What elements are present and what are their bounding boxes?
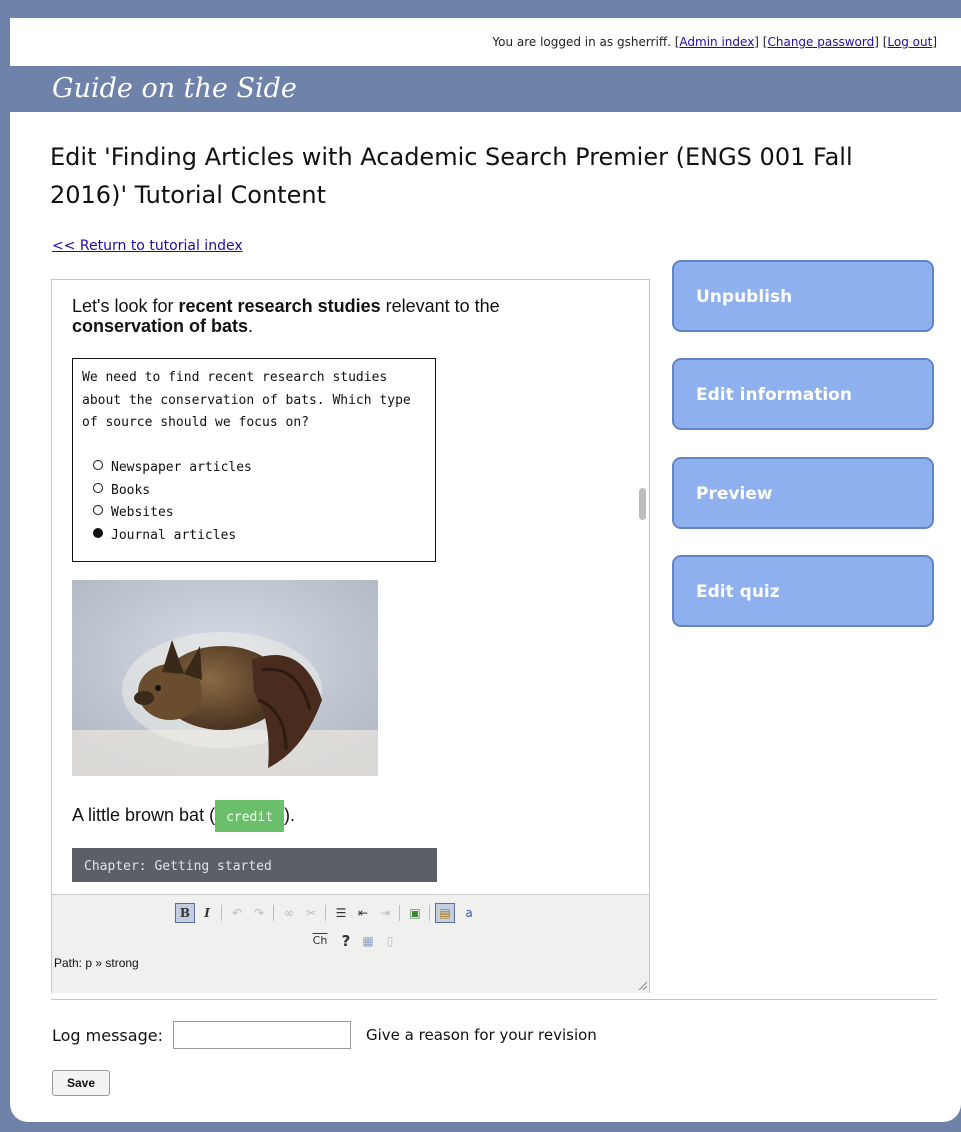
preview-button[interactable]: Preview [672, 457, 934, 529]
radio-icon [93, 505, 103, 515]
radio-icon [93, 460, 103, 470]
chapter-icon[interactable]: Ch [308, 931, 332, 951]
quiz-option[interactable]: Journal articles [93, 525, 236, 548]
quiz-option[interactable]: Books [93, 480, 150, 503]
divider [51, 999, 937, 1000]
resize-handle-icon[interactable] [637, 980, 647, 990]
content-editor[interactable]: Let's look for recent research studies r… [51, 279, 650, 993]
outdent-icon[interactable]: ⇤ [353, 903, 373, 923]
edit-information-button[interactable]: Edit information [672, 358, 934, 430]
undo-icon[interactable]: ↶ [227, 903, 247, 923]
question-icon[interactable]: ? [336, 931, 356, 951]
site-banner: Guide on the Side [10, 66, 961, 112]
site-title[interactable]: Guide on the Side [52, 73, 297, 104]
log-message-input[interactable] [173, 1021, 351, 1049]
indent-icon[interactable]: ⇥ [375, 903, 395, 923]
paste-text-icon[interactable]: ▤ [435, 903, 455, 923]
chapter-marker[interactable]: Chapter: Getting started [72, 848, 437, 882]
unpublish-button[interactable]: Unpublish [672, 260, 934, 332]
user-bar: You are logged in as gsherriff. [Admin i… [492, 35, 937, 49]
log-out-link[interactable]: Log out [887, 35, 932, 49]
top-strip [10, 0, 961, 18]
image-icon[interactable]: ▣ [405, 903, 425, 923]
edit-quiz-button[interactable]: Edit quiz [672, 555, 934, 627]
radio-selected-icon [93, 528, 103, 538]
admin-index-link[interactable]: Admin index [679, 35, 754, 49]
editor-toolbar: B I ↶ ↷ ∞ ✂ ☰ ⇤ ⇥ ▣ ▤ a Ch ? ▦ ▯ [52, 894, 649, 993]
anchor-icon[interactable]: a [459, 903, 479, 923]
definition-icon[interactable]: ▦ [358, 931, 378, 951]
log-message-label: Log message: [52, 1026, 163, 1045]
bat-photo[interactable] [72, 580, 378, 776]
change-password-link[interactable]: Change password [767, 35, 874, 49]
quiz-question-box[interactable]: We need to find recent research studies … [72, 358, 436, 562]
radio-icon [93, 483, 103, 493]
page: You are logged in as gsherriff. [Admin i… [10, 0, 961, 1122]
editor-content-area[interactable]: Let's look for recent research studies r… [52, 280, 632, 894]
quiz-option[interactable]: Newspaper articles [93, 457, 252, 480]
redo-icon[interactable]: ↷ [249, 903, 269, 923]
link-icon[interactable]: ∞ [279, 903, 299, 923]
log-message-hint: Give a reason for your revision [366, 1026, 597, 1044]
return-to-index-link[interactable]: << Return to tutorial index [52, 238, 243, 254]
bullet-list-icon[interactable]: ☰ [331, 903, 351, 923]
intro-paragraph: Let's look for recent research studies r… [72, 296, 500, 336]
page-title: Edit 'Finding Articles with Academic Sea… [50, 143, 853, 209]
quiz-question-text: We need to find recent research studies … [82, 370, 411, 430]
credit-chip[interactable]: credit [215, 800, 285, 833]
editor-scrollbar[interactable] [635, 280, 649, 894]
element-path: Path: p » strong [54, 956, 139, 970]
unlink-icon[interactable]: ✂ [301, 903, 321, 923]
bold-button[interactable]: B [175, 903, 195, 923]
image-caption: A little brown bat (credit). [72, 800, 295, 833]
logged-in-text: You are logged in as gsherriff. [492, 35, 671, 49]
italic-button[interactable]: I [197, 903, 217, 923]
scrollbar-thumb[interactable] [639, 488, 646, 520]
save-button[interactable]: Save [52, 1070, 110, 1096]
tag-icon[interactable]: ▯ [380, 931, 400, 951]
quiz-option[interactable]: Websites [93, 502, 174, 525]
